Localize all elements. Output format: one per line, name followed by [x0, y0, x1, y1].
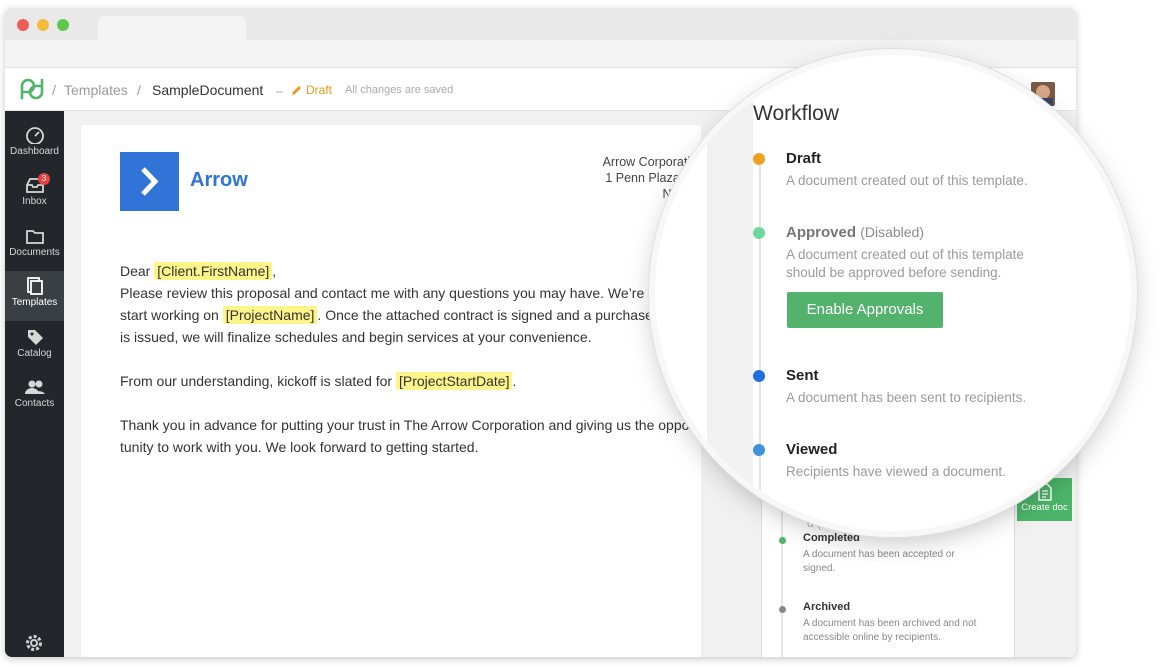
sidebar-item-documents[interactable]: Documents — [5, 221, 64, 271]
step-draft-desc: A document created out of this template. — [786, 173, 1028, 188]
sidebar-item-label: Catalog — [17, 348, 52, 359]
step-approved-name: Approved — [786, 224, 857, 241]
document-page[interactable]: Arrow Arrow Corporation 1 Penn Plaza, NY… — [81, 125, 704, 657]
brand-name: Arrow — [190, 169, 248, 191]
enable-approvals-button[interactable]: Enable Approvals — [787, 292, 943, 328]
saved-status: All changes are saved — [345, 84, 454, 96]
tag-icon — [27, 330, 43, 345]
step-approved-desc: should be approved before sending. — [786, 265, 1002, 280]
step-sent-desc: A document has been sent to recipients. — [786, 390, 1027, 405]
chevron-right-icon — [141, 167, 159, 196]
sidebar-item-label: Dashboard — [10, 146, 59, 157]
step-dot — [779, 606, 786, 613]
workflow-title: Workflow — [753, 102, 839, 125]
magnified-document-edge — [655, 125, 707, 531]
paragraph-line: From our understanding, kickoff is slate… — [120, 370, 516, 392]
first-name-variable[interactable]: [Client.FirstName] — [154, 262, 273, 280]
step-viewed-title: Viewed — [786, 441, 838, 458]
pencil-icon — [292, 86, 301, 95]
greeting-line: Dear [Client.FirstName], — [120, 260, 276, 282]
stage: / Templates / SampleDocument – Draft All… — [0, 0, 1160, 666]
step-viewed-desc: Recipients have viewed a document. — [786, 464, 1006, 479]
document-name[interactable]: SampleDocument — [152, 82, 263, 98]
paragraph-line: Please review this proposal and contact … — [120, 285, 670, 301]
step-completed-desc: signed. — [803, 563, 836, 574]
magnifier-lens: Workflow Draft A document created out of… — [655, 55, 1131, 531]
breadcrumb-separator: / — [52, 82, 56, 98]
paragraph-line: is issued, we will finalize schedules an… — [120, 329, 592, 345]
step-archived-title: Archived — [803, 601, 851, 613]
paragraph-line: tunity to work with you. We look forward… — [120, 439, 479, 455]
step-approved-title: Approved (Disabled) — [786, 224, 924, 241]
gear-icon[interactable] — [24, 633, 44, 653]
text-run: start working on — [120, 307, 219, 323]
contacts-icon — [24, 380, 45, 394]
step-completed-desc: A document has been accepted or — [803, 549, 955, 560]
step-archived-desc: A document has been archived and not — [803, 618, 977, 629]
brand-logo — [120, 152, 179, 211]
step-draft-dot — [753, 153, 765, 165]
text-run: From our understanding, kickoff is slate… — [120, 373, 393, 389]
step-sent-dot — [753, 370, 765, 382]
breadcrumb-dash: – — [276, 84, 283, 98]
templates-icon — [26, 277, 43, 295]
dashboard-icon — [25, 127, 44, 144]
magnified-panel-gap — [707, 55, 753, 531]
step-draft-title: Draft — [786, 150, 822, 167]
workflow-timeline — [759, 155, 761, 531]
sidebar-item-templates[interactable]: Templates — [5, 271, 64, 321]
sidebar-item-contacts[interactable]: Contacts — [5, 372, 64, 422]
sidebar-item-label: Documents — [9, 247, 60, 258]
step-sent-title: Sent — [786, 367, 819, 384]
text-run: . Once the attached contract is signed a… — [317, 307, 665, 323]
sidebar-item-label: Contacts — [14, 398, 55, 409]
close-window-button[interactable] — [17, 19, 29, 31]
paragraph-line: start working on [ProjectName]. Once the… — [120, 304, 665, 326]
sidebar-item-label: Templates — [11, 297, 58, 308]
step-approved-desc: A document created out of this template — [786, 247, 1024, 262]
step-dot — [779, 537, 786, 544]
project-name-variable[interactable]: [ProjectName] — [222, 306, 318, 324]
sidebar-item-dashboard[interactable]: Dashboard — [5, 120, 64, 170]
sidebar: Dashboard 3 Inbox Documents Templates Ca… — [5, 111, 64, 657]
pandadoc-logo-icon[interactable] — [19, 78, 45, 100]
text-run: . — [512, 373, 517, 389]
step-approved-dot — [753, 227, 765, 239]
inbox-count-badge: 3 — [38, 173, 50, 185]
sidebar-item-catalog[interactable]: Catalog — [5, 322, 64, 372]
step-approved-disabled: (Disabled) — [860, 224, 924, 240]
sidebar-item-label: Inbox — [22, 196, 47, 207]
folder-icon — [25, 230, 44, 244]
browser-tab[interactable] — [98, 16, 246, 46]
maximize-window-button[interactable] — [57, 19, 69, 31]
breadcrumb-separator: / — [137, 82, 141, 98]
draft-status: Draft — [306, 83, 333, 97]
step-completed-title: Completed — [803, 532, 860, 544]
project-start-date-variable[interactable]: [ProjectStartDate] — [395, 372, 513, 390]
comma-text: , — [272, 263, 277, 279]
sidebar-item-inbox[interactable]: 3 Inbox — [5, 170, 64, 220]
dear-text: Dear — [120, 263, 151, 279]
breadcrumb-templates-link[interactable]: Templates — [64, 82, 128, 98]
step-viewed-dot — [753, 444, 765, 456]
step-archived-desc: accessible online by recipients. — [803, 632, 941, 643]
paragraph-line: Thank you in advance for putting your tr… — [120, 417, 690, 433]
minimize-window-button[interactable] — [37, 19, 49, 31]
